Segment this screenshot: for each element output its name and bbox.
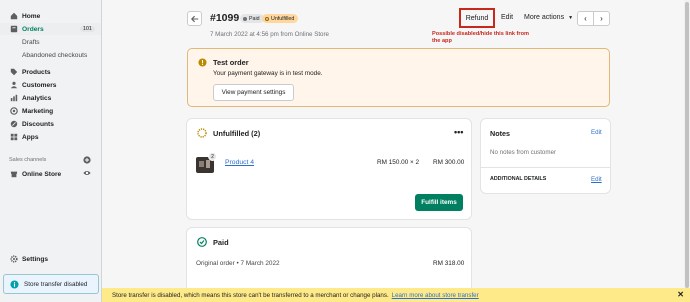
status-dot-icon [265,16,269,21]
eye-icon[interactable] [83,169,91,177]
store-transfer-label: Store transfer disabled [24,280,88,288]
caret-down-icon: ▼ [568,14,574,21]
sidebar-item-home[interactable]: Home [0,10,101,22]
unfulfilled-card: Unfulfilled (2) ••• 2 Product 4 RM 150.0… [187,119,471,219]
next-order-button[interactable]: › [594,12,609,25]
edit-button[interactable]: Edit [501,14,513,21]
refund-button[interactable]: Refund [459,8,495,28]
check-circle-icon [197,237,207,247]
unfulfilled-label: Unfulfilled [271,15,295,22]
info-icon [10,279,19,289]
warning-icon [198,58,207,67]
unfulfilled-status-badge: Unfulfilled [262,14,299,23]
original-order-line: Original order • 7 March 2022 [196,260,280,267]
refund-label: Refund [465,14,489,22]
store-icon [9,170,18,179]
product-link[interactable]: Product 4 [225,159,254,166]
sidebar-item-analytics[interactable]: Analytics [0,92,101,104]
marketing-icon [9,107,18,116]
sidebar-item-label: Analytics [22,94,52,102]
sidebar-item-label: Settings [22,255,49,263]
home-icon [9,12,18,21]
quantity-badge: 2 [208,152,217,161]
store-transfer-status[interactable]: Store transfer disabled [3,274,99,294]
additional-details-edit-link[interactable]: Edit [591,176,602,183]
sidebar-item-apps[interactable]: Apps [0,131,101,143]
sidebar-item-label: Discounts [22,120,54,128]
annotation-note: Possible disabled/hide this link from th… [432,31,529,44]
view-payment-settings-button[interactable]: View payment settings [213,84,294,101]
order-number: #1099 [210,12,240,24]
orders-icon [9,25,18,34]
paid-amount: RM 318.00 [433,260,465,267]
notes-edit-link[interactable]: Edit [591,129,602,136]
order-date: 7 March 2022 at 4:56 pm from Online Stor… [210,31,329,38]
back-button[interactable] [187,11,202,26]
sidebar-item-discounts[interactable]: Discounts [0,118,101,130]
banner-text: Your payment gateway is in test mode. [213,70,323,77]
add-channel-icon[interactable] [83,156,91,164]
sidebar-item-label: Home [22,12,41,20]
sidebar-item-products[interactable]: Products [0,66,101,78]
sales-channels-label: Sales channels [9,157,47,163]
orders-count-badge: 101 [79,26,95,32]
sidebar-item-label: Orders [22,25,44,33]
product-price: RM 150.00 × 2 [377,159,420,166]
test-order-banner: Test order Your payment gateway is in te… [187,48,610,107]
arrow-left-icon [190,15,198,22]
paid-title: Paid [213,238,229,247]
more-options-icon[interactable]: ••• [454,127,463,137]
gear-icon [9,255,18,264]
unfulfilled-icon [197,128,207,138]
status-dot-icon [243,16,247,21]
unfulfilled-title: Unfulfilled (2) [213,129,261,138]
person-icon [9,81,18,90]
sidebar-item-orders[interactable]: Orders 101 [0,23,101,35]
learn-more-link[interactable]: Learn more about store transfer [392,292,479,299]
sidebar-item-label: Abandoned checkouts [22,51,88,59]
more-actions-label: More actions [524,14,565,21]
sidebar: Home Orders 101 Drafts Abandoned checkou… [0,0,102,302]
store-transfer-message: Store transfer is disabled, which means … [112,291,389,299]
sidebar-item-drafts[interactable]: Drafts [0,36,101,48]
close-icon[interactable]: ✕ [677,290,684,299]
sidebar-item-label: Customers [22,81,57,89]
sidebar-item-settings[interactable]: Settings [0,253,101,265]
paid-status-badge: Paid [240,14,264,23]
sidebar-item-abandoned-checkouts[interactable]: Abandoned checkouts [0,49,101,61]
analytics-icon [9,94,18,103]
scrollbar[interactable] [684,0,690,288]
store-transfer-bar: Store transfer is disabled, which means … [102,288,690,302]
discount-icon [9,120,18,129]
more-actions-button[interactable]: More actions ▼ [524,14,573,21]
tag-icon [9,68,18,77]
banner-title: Test order [213,58,249,67]
sidebar-item-label: Apps [22,133,39,141]
sidebar-item-marketing[interactable]: Marketing [0,105,101,117]
fulfill-items-button[interactable]: Fulfill items [415,194,463,211]
sidebar-item-label: Drafts [22,38,40,46]
notes-card: Notes Edit No notes from customer ADDITI… [481,119,610,193]
product-total: RM 300.00 [433,159,465,166]
scrollbar-thumb[interactable] [685,2,689,288]
previous-order-button[interactable]: ‹ [578,12,594,25]
sidebar-item-customers[interactable]: Customers [0,79,101,91]
paid-label: Paid [249,15,260,22]
additional-details-title: ADDITIONAL DETAILS [490,176,547,182]
sidebar-item-label: Marketing [22,107,54,115]
notes-empty-text: No notes from customer [490,149,557,156]
notes-title: Notes [490,129,510,138]
order-pagination: ‹ › [577,11,610,26]
sidebar-item-label: Products [22,68,51,76]
sidebar-item-label: Online Store [22,170,62,178]
apps-icon [9,133,18,142]
divider [481,167,610,168]
